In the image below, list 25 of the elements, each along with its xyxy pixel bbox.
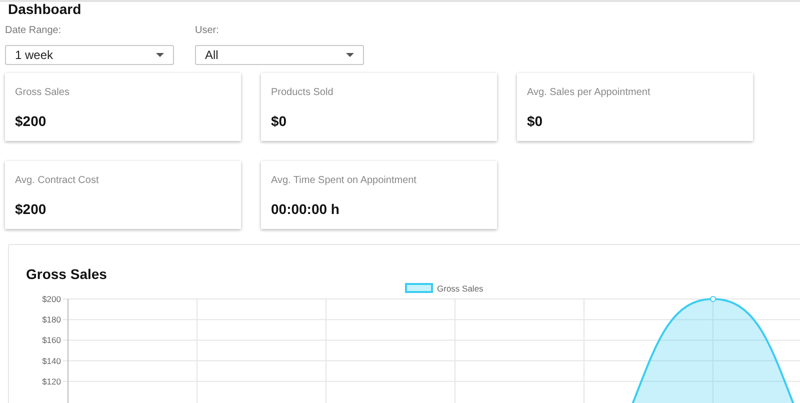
stat-label: Gross Sales (15, 87, 70, 99)
filter-dropdown[interactable]: 1 week (5, 45, 174, 65)
stat-label: Avg. Sales per Appointment (527, 87, 652, 99)
page-title: Dashboard (8, 2, 82, 16)
stat-label: Products Sold (271, 87, 334, 99)
stat-label: Avg. Time Spent on Appointment (271, 175, 418, 187)
stat-value: $200 (15, 113, 48, 129)
filter-label: Date Range: (5, 25, 62, 37)
y-tick-label: $120 (42, 376, 61, 386)
stat-value: $0 (527, 113, 544, 129)
legend-label: Gross Sales (437, 284, 484, 294)
chart-title: Gross Sales (26, 266, 108, 282)
data-point (710, 296, 716, 302)
stat-value: $0 (271, 113, 288, 129)
stat-value: 00:00:00 h (271, 201, 340, 217)
y-tick-label: $200 (42, 294, 61, 304)
filter-dropdown[interactable]: All (195, 45, 364, 65)
y-tick-label: $180 (42, 314, 61, 325)
stat-label: Avg. Contract Cost (15, 175, 100, 187)
stat-value: $200 (15, 201, 48, 217)
y-tick-label: $140 (42, 356, 61, 366)
caret-icon (346, 53, 354, 57)
caret-icon (156, 53, 164, 57)
filter-label: User: (195, 25, 220, 37)
y-tick-label: $160 (42, 335, 61, 346)
